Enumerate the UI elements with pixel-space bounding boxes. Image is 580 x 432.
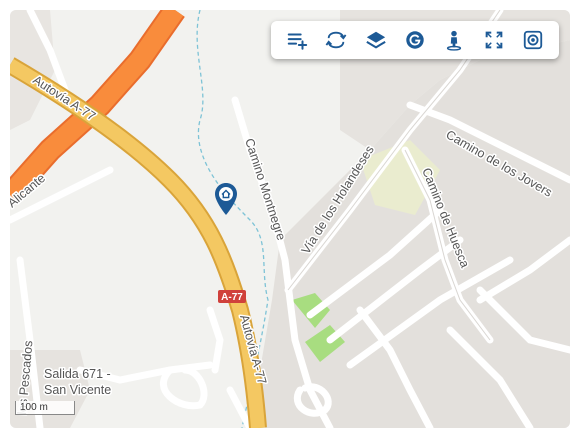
road-shield-text: A-77 xyxy=(221,292,243,303)
locate-target-button[interactable] xyxy=(518,25,548,55)
google-g-icon xyxy=(406,31,424,49)
fullscreen-button[interactable] xyxy=(479,25,509,55)
add-list-button[interactable] xyxy=(282,25,312,55)
rotate-360-icon xyxy=(325,31,347,49)
scale-bar: 100 m xyxy=(15,401,75,415)
layers-button[interactable] xyxy=(361,25,391,55)
fullscreen-icon xyxy=(485,31,503,49)
street-view-person-icon xyxy=(447,30,462,51)
map-canvas[interactable]: Autovía A-77 Alicante Camino Montnegre V… xyxy=(10,10,570,428)
label-salida-line2: San Vicente xyxy=(44,383,111,397)
map-toolbar xyxy=(271,21,559,59)
google-button[interactable] xyxy=(400,25,430,55)
street-view-button[interactable] xyxy=(439,25,469,55)
add-list-icon xyxy=(287,33,307,50)
label-salida-line1: Salida 671 - xyxy=(44,367,111,381)
rotate-360-button[interactable] xyxy=(321,25,351,55)
target-icon xyxy=(524,30,543,50)
road-shield: A-77 xyxy=(218,290,246,303)
home-marker-icon[interactable] xyxy=(214,182,238,216)
layers-icon xyxy=(365,31,386,49)
map-view[interactable]: Autovía A-77 Alicante Camino Montnegre V… xyxy=(10,10,570,428)
label-camino-montnegre: Camino Montnegre xyxy=(242,137,288,242)
